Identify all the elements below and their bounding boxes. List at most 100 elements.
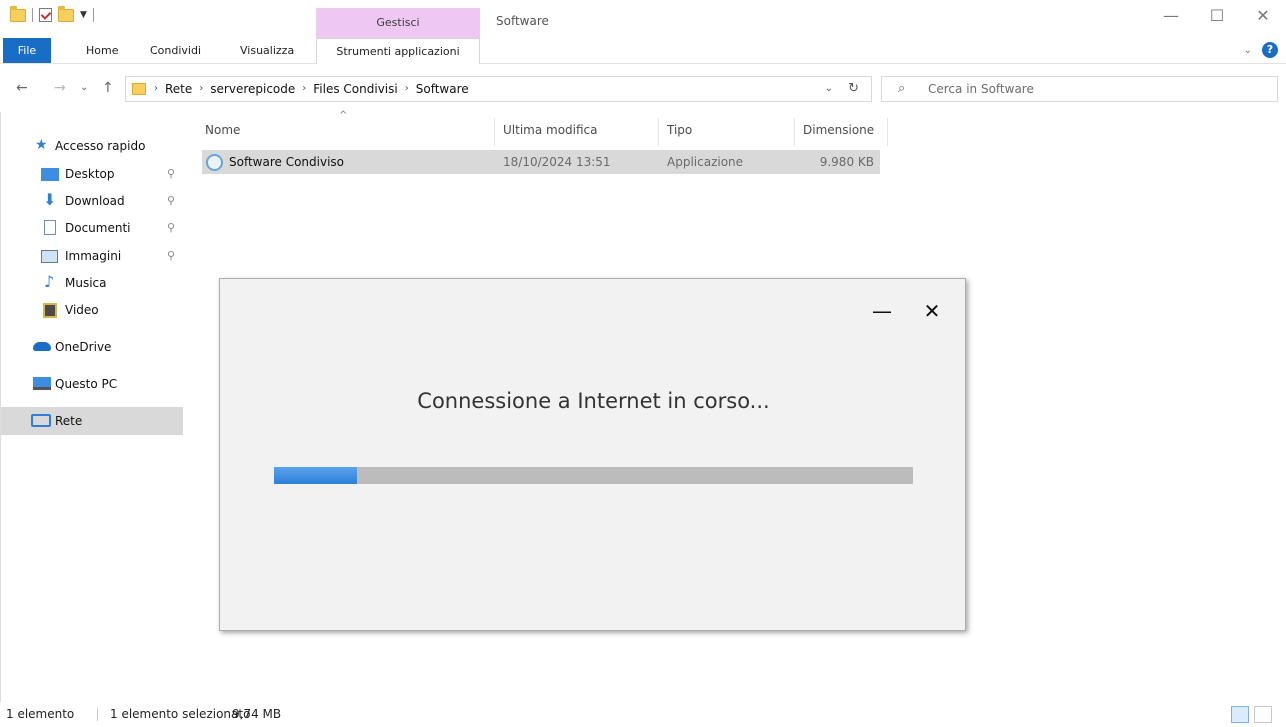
close-icon[interactable]: ✕ — [1240, 0, 1286, 32]
chevron-down-icon[interactable]: ⌄ — [825, 77, 833, 101]
desktop-icon — [41, 168, 59, 181]
breadcrumb-item[interactable]: Rete — [165, 77, 192, 101]
sidebar-item-label: Immagini — [65, 249, 122, 263]
minimize-icon[interactable]: — — [870, 299, 894, 323]
address-bar[interactable]: › Rete › serverepicode › Files Condivisi… — [125, 76, 872, 102]
column-header-modified[interactable]: Ultima modifica — [503, 118, 598, 142]
tab-home[interactable]: Home — [76, 38, 128, 64]
recent-locations-icon[interactable]: ⌄ — [80, 82, 88, 93]
properties-icon[interactable] — [39, 8, 52, 22]
progress-fill — [274, 467, 358, 484]
sidebar-item-documents[interactable]: Documenti ⚲ — [1, 214, 183, 242]
navigation-pane: ★ Accesso rapido Desktop ⚲ ⬇ Download ⚲ … — [0, 112, 190, 702]
folder-icon[interactable] — [10, 5, 26, 22]
file-modified: 18/10/2024 13:51 — [503, 155, 611, 169]
column-divider[interactable] — [887, 118, 888, 146]
breadcrumb-item[interactable]: Files Condivisi — [313, 77, 397, 101]
sidebar-item-label: Questo PC — [55, 377, 118, 391]
refresh-icon[interactable]: ↻ — [848, 77, 859, 101]
sidebar-item-music[interactable]: ♪ Musica — [1, 269, 183, 297]
search-input[interactable]: ⌕ Cerca in Software — [881, 76, 1278, 102]
chevron-right-icon: › — [154, 83, 158, 94]
progress-bar — [274, 467, 913, 484]
cloud-icon — [33, 342, 51, 351]
pin-icon[interactable]: ⚲ — [167, 160, 175, 188]
download-icon: ⬇ — [43, 190, 57, 209]
sidebar-item-video[interactable]: Video — [1, 296, 183, 324]
item-count: 1 elemento — [6, 707, 75, 721]
pin-icon[interactable]: ⚲ — [167, 187, 175, 215]
close-icon[interactable]: ✕ — [920, 299, 944, 323]
sidebar-item-label: Video — [65, 303, 99, 317]
tab-file[interactable]: File — [3, 38, 51, 63]
star-icon: ★ — [35, 137, 48, 153]
column-header-name[interactable]: Nome — [205, 118, 240, 142]
title-bar: ▼ Gestisci Software — ☐ ✕ — [0, 0, 1286, 38]
file-type: Applicazione — [667, 155, 744, 169]
tab-app-tools[interactable]: Strumenti applicazioni — [316, 38, 480, 64]
new-folder-icon[interactable] — [58, 5, 74, 22]
computer-icon — [33, 377, 51, 390]
sidebar-item-pictures[interactable]: Immagini ⚲ — [1, 242, 183, 270]
sidebar-item-label: OneDrive — [55, 340, 112, 354]
column-divider[interactable] — [494, 118, 495, 146]
selection-info: 1 elemento selezionato — [110, 707, 251, 721]
customize-toolbar-icon[interactable]: ▼ — [80, 10, 87, 20]
sidebar-item-onedrive[interactable]: OneDrive — [1, 333, 183, 361]
dialog-message: Connessione a Internet in corso... — [417, 389, 770, 413]
breadcrumb: › Rete › serverepicode › Files Condivisi… — [154, 77, 469, 101]
documents-icon — [44, 220, 56, 235]
search-placeholder: Cerca in Software — [928, 82, 1034, 96]
network-icon — [31, 414, 51, 427]
tab-share[interactable]: Condividi — [140, 38, 211, 64]
music-icon: ♪ — [44, 272, 55, 291]
expand-ribbon-icon[interactable]: ⌄ — [1244, 45, 1252, 56]
sidebar-item-network[interactable]: Rete — [1, 407, 183, 435]
application-icon — [206, 154, 223, 171]
up-arrow-icon[interactable]: ↑ — [102, 80, 114, 96]
back-arrow-icon[interactable]: ← — [16, 80, 28, 96]
connection-dialog: — ✕ Connessione a Internet in corso... — [219, 278, 966, 631]
pin-icon[interactable]: ⚲ — [167, 242, 175, 270]
navigation-bar: ← → ⌄ ↑ › Rete › serverepicode › Files C… — [0, 66, 1286, 112]
help-icon[interactable]: ? — [1262, 42, 1278, 58]
sidebar-item-label: Rete — [55, 414, 83, 428]
column-divider[interactable] — [658, 118, 659, 146]
sidebar-item-quick-access[interactable]: ★ Accesso rapido — [1, 132, 183, 160]
column-header-size[interactable]: Dimensione — [803, 118, 874, 142]
column-divider[interactable] — [794, 118, 795, 146]
maximize-icon[interactable]: ☐ — [1194, 0, 1240, 32]
sidebar-item-label: Accesso rapido — [55, 139, 146, 153]
chevron-right-icon: › — [302, 83, 307, 94]
sidebar-item-label: Musica — [65, 276, 107, 290]
search-icon: ⌕ — [898, 81, 906, 96]
breadcrumb-item[interactable]: serverepicode — [210, 77, 295, 101]
sort-ascending-icon: ^ — [339, 110, 348, 121]
pin-icon[interactable]: ⚲ — [167, 214, 175, 242]
status-bar: 1 elemento 1 elemento selezionato 9,74 M… — [0, 702, 1286, 727]
chevron-right-icon: › — [404, 83, 409, 94]
toolbar-divider — [92, 8, 94, 22]
sidebar-item-download[interactable]: ⬇ Download ⚲ — [1, 187, 183, 215]
large-icons-view-icon[interactable] — [1254, 706, 1272, 723]
breadcrumb-item[interactable]: Software — [416, 77, 469, 101]
minimize-icon[interactable]: — — [1148, 0, 1194, 32]
tab-view[interactable]: Visualizza — [230, 38, 304, 64]
file-size: 9.980 KB — [819, 155, 874, 169]
sidebar-item-label: Documenti — [65, 221, 131, 235]
details-view-icon[interactable] — [1231, 706, 1249, 723]
selection-size: 9,74 MB — [232, 707, 282, 721]
file-name: Software Condiviso — [229, 155, 345, 169]
sidebar-item-label: Desktop — [65, 167, 115, 181]
ribbon-right-controls: ⌄ ? — [1244, 42, 1278, 58]
context-tab-manage[interactable]: Gestisci — [316, 8, 480, 38]
column-header-type[interactable]: Tipo — [667, 118, 692, 142]
ribbon-tabs: File Home Condividi Visualizza Strumenti… — [0, 38, 1286, 64]
toolbar-divider — [32, 8, 33, 22]
sidebar-item-this-pc[interactable]: Questo PC — [1, 370, 183, 398]
video-icon — [43, 303, 57, 318]
pictures-icon — [41, 250, 58, 263]
forward-arrow-icon[interactable]: → — [54, 80, 66, 96]
table-row[interactable]: Software Condiviso 18/10/2024 13:51 Appl… — [202, 150, 880, 174]
sidebar-item-desktop[interactable]: Desktop ⚲ — [1, 160, 183, 188]
